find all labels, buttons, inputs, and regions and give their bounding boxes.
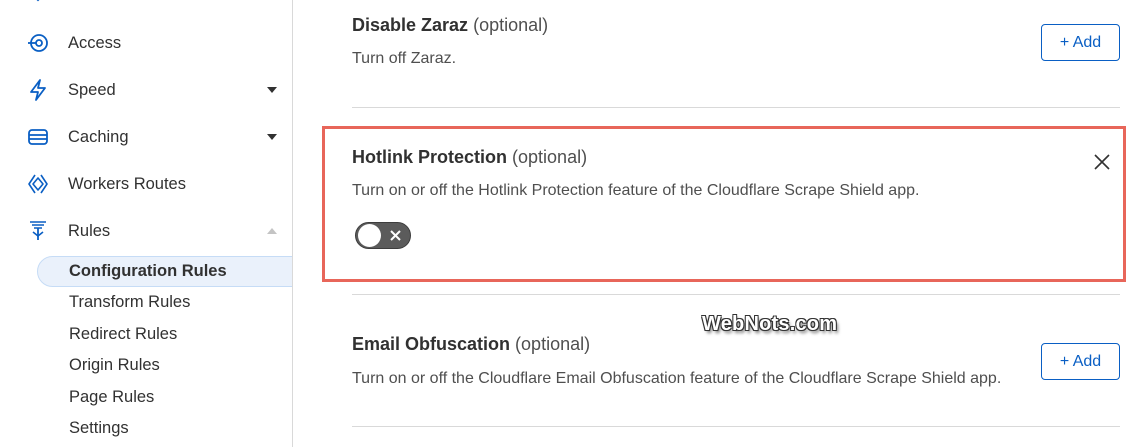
optional-label: (optional) xyxy=(515,334,591,354)
sidebar-item-label: Speed xyxy=(68,80,116,99)
rules-icon xyxy=(24,217,52,245)
divider xyxy=(352,107,1120,108)
setting-title-email-obfuscation: Email Obfuscation (optional) xyxy=(352,334,590,355)
subnav-redirect-rules[interactable]: Redirect Rules xyxy=(69,322,177,346)
subnav-origin-rules[interactable]: Origin Rules xyxy=(69,353,160,377)
sidebar-item-workers-routes[interactable]: Workers Routes xyxy=(0,164,292,204)
optional-label: (optional) xyxy=(512,147,588,167)
caching-icon xyxy=(24,123,52,151)
add-disable-zaraz-button[interactable]: + Add xyxy=(1041,24,1120,61)
sidebar: Access Speed Caching Workers Routes Rule… xyxy=(0,0,293,447)
toggle-knob xyxy=(358,224,381,247)
sidebar-item-rules[interactable]: Rules xyxy=(0,211,292,251)
subnav-settings[interactable]: Settings xyxy=(69,416,129,440)
caret-down-icon[interactable] xyxy=(266,84,278,96)
divider xyxy=(352,294,1120,295)
sidebar-item-caching[interactable]: Caching xyxy=(0,117,292,157)
sidebar-item-label: Rules xyxy=(68,221,111,240)
setting-name: Email Obfuscation xyxy=(352,334,511,354)
workers-icon xyxy=(24,170,52,198)
sidebar-item-label: Caching xyxy=(68,127,129,146)
toggle-off-icon xyxy=(390,230,401,241)
access-icon xyxy=(24,29,52,57)
sidebar-item-access[interactable]: Access xyxy=(0,23,292,63)
setting-description: Turn on or off the Hotlink Protection fe… xyxy=(352,182,920,199)
subnav-transform-rules[interactable]: Transform Rules xyxy=(69,290,190,314)
subnav-page-rules[interactable]: Page Rules xyxy=(69,385,154,409)
sidebar-item-label: Access xyxy=(68,33,122,52)
caret-down-icon[interactable] xyxy=(266,131,278,143)
subnav-configuration-rules[interactable]: Configuration Rules xyxy=(69,259,227,283)
close-icon[interactable] xyxy=(1092,152,1112,172)
add-email-obfuscation-button[interactable]: + Add xyxy=(1041,343,1120,380)
setting-description: Turn on or off the Cloudflare Email Obfu… xyxy=(352,370,1002,387)
setting-title-disable-zaraz: Disable Zaraz (optional) xyxy=(352,15,548,36)
watermark: WebNots.com xyxy=(702,313,838,335)
setting-name: Hotlink Protection xyxy=(352,147,508,167)
setting-title-hotlink-protection: Hotlink Protection (optional) xyxy=(352,147,587,168)
sidebar-item-speed[interactable]: Speed xyxy=(0,70,292,110)
partial-top-icon xyxy=(30,0,46,4)
lightning-icon xyxy=(24,76,52,104)
caret-up-icon[interactable] xyxy=(266,225,278,237)
setting-description: Turn off Zaraz. xyxy=(352,50,457,67)
hotlink-protection-toggle[interactable] xyxy=(355,222,411,249)
sidebar-item-label: Workers Routes xyxy=(68,174,186,193)
optional-label: (optional) xyxy=(473,15,549,35)
setting-name: Disable Zaraz xyxy=(352,15,469,35)
divider xyxy=(352,426,1120,427)
